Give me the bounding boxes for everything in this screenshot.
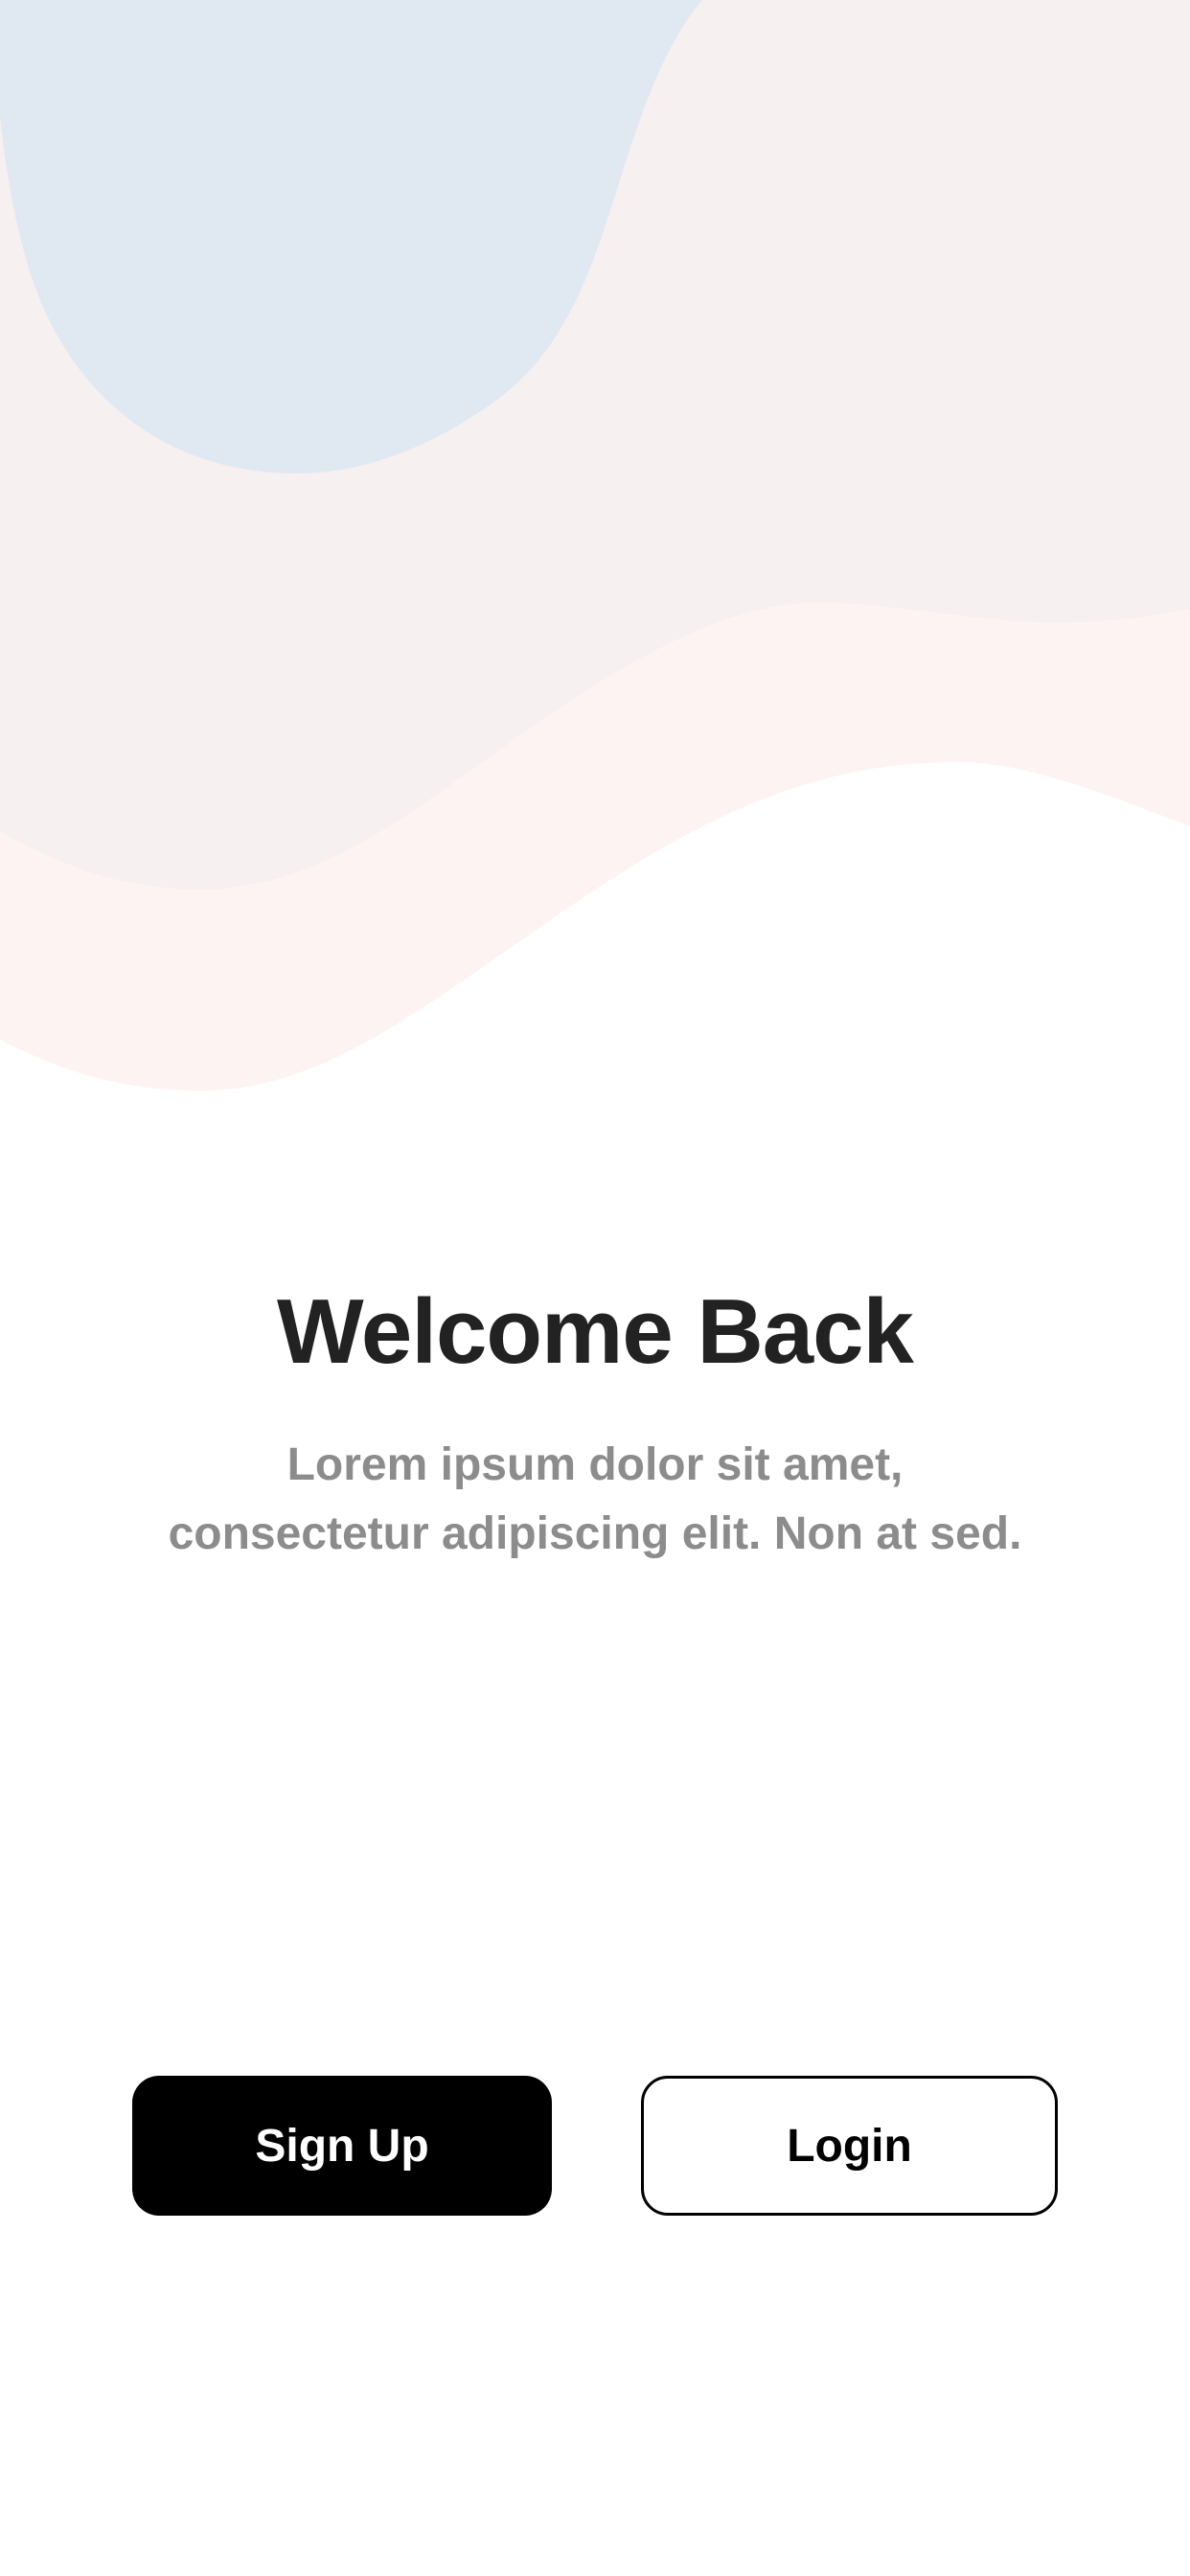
sign-up-button[interactable]: Sign Up bbox=[132, 2076, 552, 2216]
login-button[interactable]: Login bbox=[641, 2076, 1058, 2216]
welcome-subtitle: Lorem ipsum dolor sit amet, consectetur … bbox=[168, 1439, 1022, 1559]
background-waves bbox=[0, 0, 1190, 1091]
welcome-title: Welcome Back bbox=[277, 1280, 914, 1383]
welcome-screen: Welcome Back Lorem ipsum dolor sit amet,… bbox=[0, 0, 1190, 2576]
